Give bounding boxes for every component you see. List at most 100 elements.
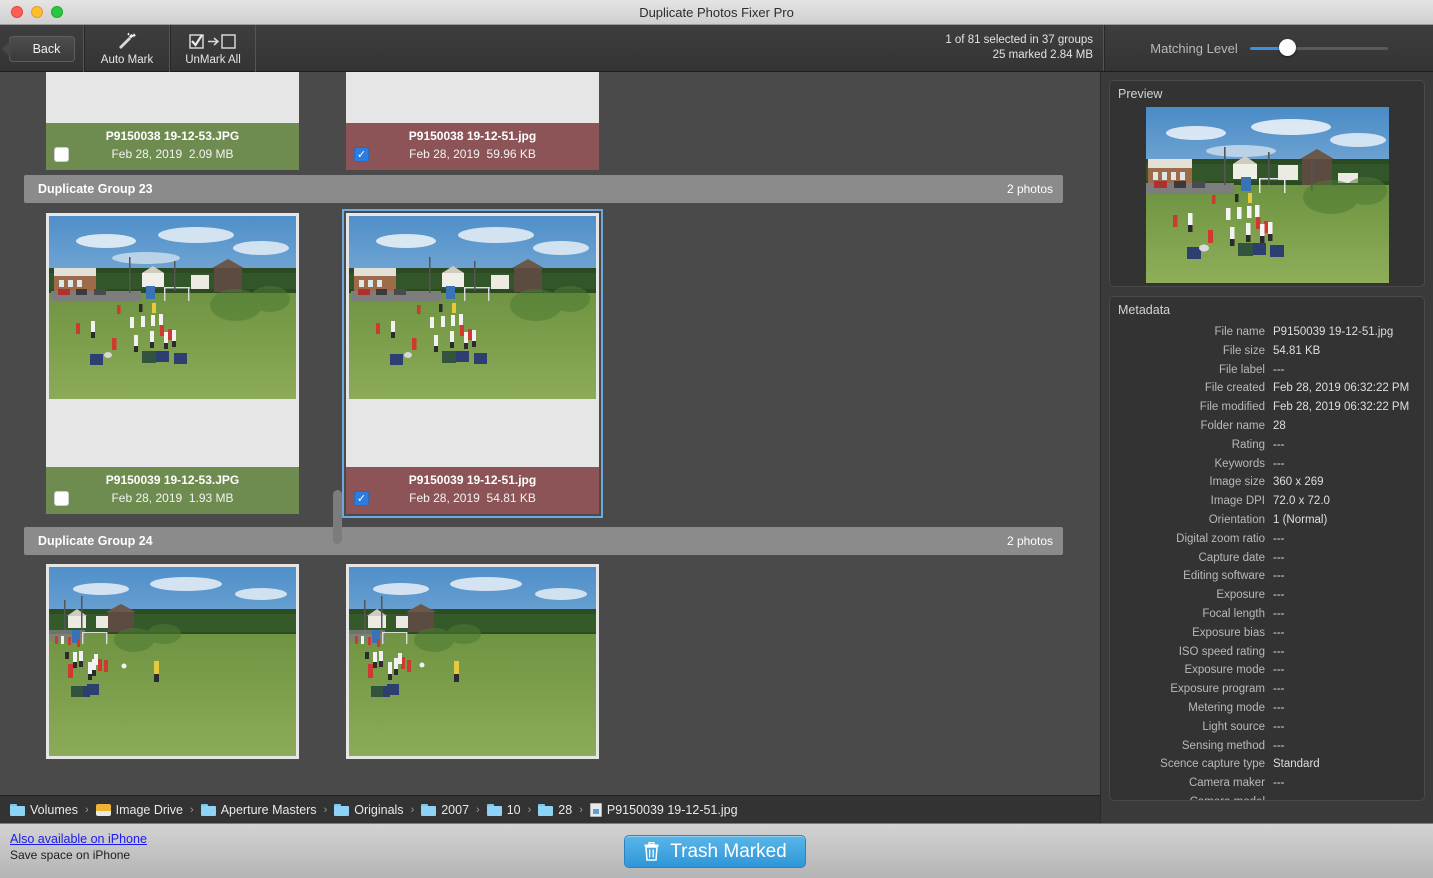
metadata-row: Sensing method ---: [1118, 737, 1416, 756]
metadata-row: File size 54.81 KB: [1118, 342, 1416, 361]
group-header[interactable]: Duplicate Group 23 2 photos: [24, 175, 1063, 203]
tile-size: 2.09 MB: [188, 147, 234, 161]
metadata-value: ---: [1273, 664, 1285, 677]
metadata-row: Digital zoom ratio ---: [1118, 530, 1416, 549]
promo-link[interactable]: Also available on iPhone: [10, 832, 147, 846]
metadata-key: File name: [1214, 326, 1266, 338]
breadcrumb-item-2007[interactable]: 2007: [421, 803, 469, 817]
metadata-title: Metadata: [1118, 303, 1171, 317]
metadata-key: File size: [1222, 344, 1265, 357]
breadcrumb-item-originals[interactable]: Originals: [334, 802, 404, 817]
breadcrumb-label: Aperture Masters: [220, 802, 317, 817]
slider-thumb[interactable]: [1278, 39, 1296, 56]
tile-mark-checkbox[interactable]: ✓: [354, 147, 369, 162]
folder-icon: [421, 803, 437, 816]
photo-tile[interactable]: P9150038 19-12-53.JPG Feb 28, 2019 2.09 …: [46, 72, 299, 170]
photo-thumbnail: [46, 213, 299, 402]
metadata-value: ---: [1273, 793, 1285, 800]
metadata-row: Scence capture type Standard: [1118, 755, 1416, 774]
tile-filename: P9150039 19-12-53.JPG: [105, 473, 240, 487]
metadata-row: Camera maker ---: [1118, 774, 1416, 793]
metadata-row: Rating ---: [1118, 436, 1416, 455]
promo-subtitle: Save space on iPhone: [10, 848, 131, 862]
metadata-key: Image DPI: [1210, 495, 1265, 508]
drive-icon: [95, 803, 111, 816]
title-bar: Duplicate Photos Fixer Pro: [0, 0, 1433, 25]
unmark-all-icon: [189, 32, 237, 52]
scrollbar-thumb[interactable]: [333, 490, 342, 544]
metadata-key: Focal length: [1202, 607, 1265, 620]
tile-mark-checkbox[interactable]: [54, 147, 69, 162]
breadcrumb-label: Volumes: [30, 802, 78, 817]
metadata-value: ---: [1273, 701, 1285, 714]
back-button[interactable]: Back: [1, 35, 75, 62]
photo-tile[interactable]: [46, 564, 299, 759]
breadcrumb-item-10[interactable]: 10: [486, 803, 521, 817]
photo-tile-selected[interactable]: P9150039 19-12-51.jpg Feb 28, 2019 54.81…: [342, 209, 603, 518]
metadata-value: ---: [1273, 570, 1285, 583]
tile-image-bottom: [346, 72, 599, 123]
breadcrumb-item-volumes[interactable]: Volumes: [10, 803, 78, 817]
tile-size: 59.96 KB: [486, 147, 536, 161]
metadata-value: ---: [1273, 363, 1285, 376]
tile-info-bar: P9150039 19-12-53.JPG Feb 28, 2019 1.93 …: [46, 467, 299, 514]
duplicate-groups-list[interactable]: P9150038 19-12-53.JPG Feb 28, 2019 2.09 …: [0, 72, 1100, 795]
metadata-row: Orientation 1 (Normal): [1118, 511, 1416, 530]
matching-level-slider[interactable]: [1249, 39, 1388, 56]
unmark-all-button[interactable]: UnMark All: [170, 25, 256, 72]
metadata-value: 28: [1273, 419, 1286, 432]
tile-date: Feb 28, 2019: [409, 147, 480, 161]
metadata-value: ---: [1273, 438, 1285, 451]
breadcrumb-item-28[interactable]: 28: [538, 803, 572, 817]
breadcrumb-separator: ›: [84, 803, 89, 816]
metadata-key: Camera maker: [1188, 777, 1265, 790]
photo-tile[interactable]: [346, 564, 599, 759]
trash-marked-button[interactable]: Trash Marked: [624, 835, 806, 868]
tile-size: 54.81 KB: [486, 491, 536, 505]
breadcrumb-separator: ›: [476, 803, 480, 816]
metadata-key: Folder name: [1200, 419, 1265, 432]
tile-date: Feb 28, 2019: [111, 147, 183, 161]
breadcrumb: Volumes › Image Drive › Aperture Masters…: [0, 795, 1100, 823]
metadata-row: Camera model---: [1118, 793, 1416, 800]
metadata-row: File label ---: [1118, 361, 1416, 380]
tile-blank-area: [346, 402, 599, 467]
metadata-row: File modified Feb 28, 2019 06:32:22 PM: [1118, 398, 1416, 417]
metadata-value: Feb 28, 2019 06:32:22 PM: [1273, 382, 1410, 395]
metadata-value: Standard: [1273, 758, 1320, 771]
auto-mark-button[interactable]: Auto Mark: [84, 25, 170, 72]
group-photo-count: 2 photos: [1006, 182, 1053, 196]
metadata-row: Image size 360 x 269: [1118, 473, 1416, 492]
tile-info-bar: P9150038 19-12-51.jpg Feb 28, 2019 59.96…: [346, 123, 599, 170]
metadata-value: ---: [1273, 645, 1285, 658]
tile-mark-checkbox[interactable]: ✓: [354, 491, 369, 506]
tile-mark-checkbox[interactable]: [54, 491, 69, 506]
preview-panel: Preview: [1109, 80, 1425, 287]
tile-filename: P9150038 19-12-53.JPG: [105, 129, 240, 143]
breadcrumb-separator: ›: [410, 803, 415, 816]
breadcrumb-label: Originals: [354, 802, 404, 817]
metadata-row: Keywords ---: [1118, 455, 1416, 474]
breadcrumb-item-file[interactable]: P9150039 19-12-51.jpg: [589, 802, 738, 817]
metadata-key: Scence capture type: [1160, 758, 1265, 771]
content-scrollbar[interactable]: [332, 72, 343, 795]
group-title: Duplicate Group 24: [38, 534, 153, 548]
unmark-all-label: UnMark All: [185, 53, 241, 66]
breadcrumb-item-aperture-masters[interactable]: Aperture Masters: [200, 802, 317, 817]
matching-level-label: Matching Level: [1150, 40, 1238, 56]
photo-thumbnail: [346, 564, 599, 759]
metadata-key: Editing software: [1183, 570, 1265, 583]
group-photo-count: 2 photos: [1006, 534, 1053, 548]
matching-level-control: Matching Level: [1104, 25, 1433, 71]
metadata-key: Image size: [1209, 476, 1265, 489]
photo-tile[interactable]: P9150038 19-12-51.jpg Feb 28, 2019 59.96…: [346, 72, 599, 170]
photo-tile[interactable]: P9150039 19-12-53.JPG Feb 28, 2019 1.93 …: [46, 213, 299, 514]
tile-date-size: Feb 28, 2019 54.81 KB: [346, 489, 599, 507]
breadcrumb-item-image-drive[interactable]: Image Drive: [95, 803, 183, 817]
metadata-row: Exposure ---: [1118, 586, 1416, 605]
metadata-row: Exposure bias ---: [1118, 624, 1416, 643]
metadata-key: Exposure program: [1170, 683, 1265, 696]
file-icon: [589, 802, 602, 817]
group-header[interactable]: Duplicate Group 24 2 photos: [24, 527, 1063, 555]
tile-date: Feb 28, 2019: [409, 491, 480, 505]
